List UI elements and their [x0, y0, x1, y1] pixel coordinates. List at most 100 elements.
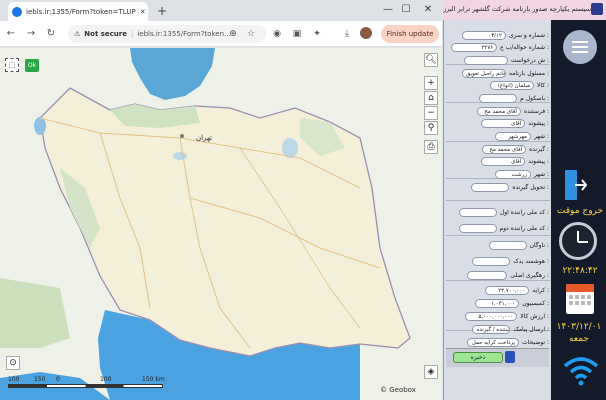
form-row: پیشوند : آقای	[448, 156, 549, 167]
scale-tick: 150	[34, 376, 46, 383]
form-field-input[interactable]: آقای	[481, 119, 526, 128]
form-field-label: گیرنده :	[529, 146, 549, 153]
bookmark-star-icon[interactable]: ☆	[244, 26, 258, 42]
form-row: ناوگان :	[448, 240, 549, 251]
form-row: شهر : زرشت	[448, 169, 549, 180]
form-field-label: کد ملی راننده دوم :	[499, 225, 550, 232]
ok-button[interactable]: Ok	[25, 59, 39, 72]
form-row: ش درخواست :	[448, 55, 549, 66]
form-field-input[interactable]: ۲۲۷۶	[451, 43, 498, 52]
save-disk-icon[interactable]	[505, 351, 515, 363]
form-field-input[interactable]	[467, 271, 508, 280]
profile-avatar[interactable]	[360, 27, 372, 39]
form-field-input[interactable]: فرستنده / گیرنده	[472, 325, 511, 334]
form-field-input[interactable]: آقای محمد مح	[482, 145, 527, 154]
zoom-icon[interactable]: ⊕	[226, 26, 240, 42]
scale-tick: 0	[56, 376, 60, 383]
form-field-input[interactable]	[472, 257, 511, 266]
select-area-button[interactable]: ⬚	[5, 58, 19, 72]
locate-me-icon[interactable]: ⊙	[6, 356, 20, 370]
layers-icon[interactable]: ◈	[424, 365, 438, 379]
time-label: ۲۲:۴۸:۴۲	[562, 266, 598, 276]
menu-button[interactable]	[563, 30, 597, 64]
form-field-input[interactable]	[458, 224, 497, 233]
calendar-icon	[566, 284, 594, 314]
minimize-icon[interactable]: —	[380, 2, 396, 18]
print-icon[interactable]: ⎙	[424, 140, 438, 154]
browser-tab[interactable]: iebls.ir:1355/Form?token=TLUP ✕	[8, 2, 148, 21]
extensions-icon[interactable]: ✦	[310, 26, 324, 42]
form-row: توضیحات : پرداخت کرایه حمل	[448, 337, 549, 348]
form-row: گیرنده : آقای محمد مح	[448, 144, 549, 155]
form-field-input[interactable]: ۲۴,۷۰۰,۰۰۰	[485, 286, 530, 295]
save-button[interactable]: ذخیره	[453, 352, 503, 363]
form-field-input[interactable]	[458, 208, 497, 217]
home-icon[interactable]: ⌂	[424, 91, 438, 105]
form-field-input[interactable]: ۱,۰۴۱,۰۰۰	[475, 299, 520, 308]
maximize-icon[interactable]: ☐	[398, 2, 414, 18]
form-row: مسئول بارنامه : خانم راحیل تعویق	[448, 68, 549, 79]
image-icon[interactable]: ▣	[290, 26, 304, 42]
form-field-input[interactable]	[471, 183, 510, 192]
form-row: کالا : مبلمان (انواع)	[448, 80, 549, 91]
tab-title: iebls.ir:1355/Form?token=TLUP	[26, 7, 136, 16]
form-field-input[interactable]	[479, 94, 518, 103]
form-field-input[interactable]	[463, 56, 508, 65]
map-search-icon[interactable]: 🔍︎	[424, 53, 438, 67]
form-field-input[interactable]: آقای	[481, 157, 526, 166]
form-field-input[interactable]: مهرشهر	[494, 132, 531, 141]
form-header: سیستم یکپارچه صدور بارنامه شرکت گلشهر تر…	[443, 0, 606, 20]
app-logo-icon	[591, 3, 603, 15]
form-field-input[interactable]: ۰۳/۱۲	[461, 31, 506, 40]
zoom-in-button[interactable]: +	[424, 76, 438, 90]
map-view[interactable]: تهران	[0, 48, 442, 400]
form-row: کمیسیون :۱,۰۴۱,۰۰۰	[448, 298, 549, 309]
weekday-label: جمعه	[569, 334, 589, 344]
form-field-label: کمیسیون :	[522, 300, 549, 307]
form-separator	[446, 200, 550, 201]
form-field-label: ناوگان :	[529, 242, 549, 249]
new-tab-button[interactable]: +	[154, 3, 170, 19]
not-secure-label: Not secure	[84, 30, 127, 38]
form-field-label: رهگیری اصلی :	[510, 272, 549, 279]
form-field-label: کالا :	[536, 82, 549, 89]
back-icon[interactable]: ←	[4, 26, 18, 42]
form-field-input[interactable]: آقای محمد مح	[476, 107, 521, 116]
close-tab-icon[interactable]: ✕	[140, 8, 146, 16]
form-separator	[446, 235, 550, 236]
form-row: رهگیری اصلی :	[448, 270, 549, 281]
finish-update-button[interactable]: Finish update	[381, 25, 439, 43]
date-label: ۱۴۰۳/۱۲/۰۱	[556, 322, 602, 332]
form-field-input[interactable]: پرداخت کرایه حمل	[467, 338, 520, 347]
form-field-label: ش درخواست :	[510, 57, 549, 64]
form-row: شماره حواله/ب ع :۲۲۷۶	[448, 42, 549, 53]
site-info-icon[interactable]: ⚠	[74, 30, 80, 38]
scale-tick: 150 km	[142, 376, 165, 383]
close-window-icon[interactable]: ✕	[420, 2, 436, 18]
scale-tick: 100	[100, 376, 112, 383]
form-field-input[interactable]: خانم راحیل تعویق	[461, 69, 506, 78]
form-row: کرایه :۲۴,۷۰۰,۰۰۰	[448, 285, 549, 296]
zoom-out-button[interactable]: −	[424, 106, 438, 120]
camera-icon[interactable]: ◉	[270, 26, 284, 42]
form-row: شماره و سری :۰۳/۱۲	[448, 30, 549, 41]
form-row: پیشوند : آقای	[448, 118, 549, 129]
wifi-icon	[563, 357, 599, 386]
form-field-input[interactable]	[488, 241, 527, 250]
location-pin-icon[interactable]: ⚲	[424, 121, 438, 135]
form-field-label: توضیحات :	[522, 339, 549, 346]
form-field-input[interactable]: مبلمان (انواع)	[489, 81, 534, 90]
form-field-label: ارسال پیامک :	[513, 326, 549, 333]
scale-tick: 100	[8, 376, 20, 383]
map-canvas	[0, 48, 442, 400]
exit-label[interactable]: خروج موقت	[555, 206, 605, 216]
form-field-input[interactable]: ۵,۰۰۰,۰۰۰,۰۰۰	[465, 312, 518, 321]
form-field-input[interactable]: زرشت	[494, 170, 531, 179]
form-row: شهر : مهرشهر	[448, 131, 549, 142]
download-icon[interactable]: ⤓	[340, 26, 354, 42]
exit-door-icon[interactable]	[563, 168, 587, 202]
forward-icon[interactable]: →	[24, 26, 38, 42]
form-row: کد ملی راننده اول :	[448, 207, 549, 218]
reload-icon[interactable]: ↻	[44, 26, 58, 42]
form-field-label: کد ملی راننده اول :	[499, 209, 549, 216]
